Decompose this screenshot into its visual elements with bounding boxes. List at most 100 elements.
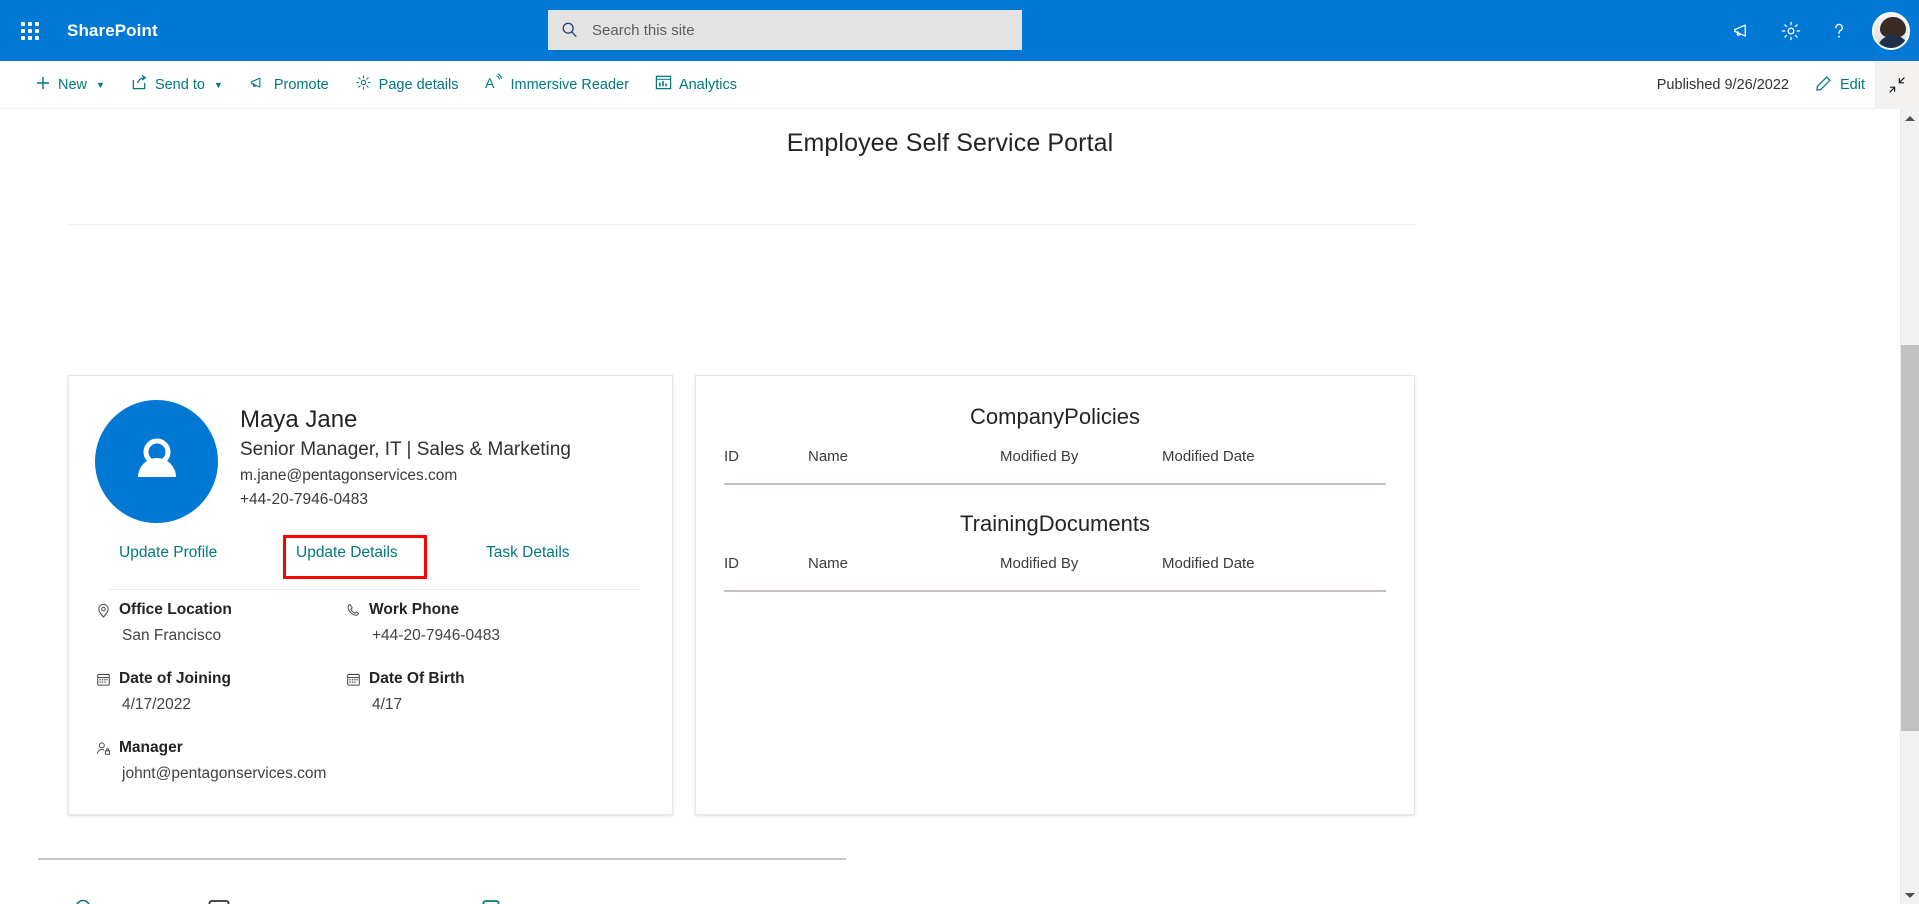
manager-icon [95, 740, 111, 756]
analytics-button-label: Analytics [679, 77, 737, 93]
list-title: CompanyPolicies [724, 390, 1386, 430]
analytics-button[interactable]: Analytics [645, 65, 747, 105]
field-value-text: +44-20-7946-0483 [372, 627, 595, 645]
section-divider [68, 224, 1416, 225]
megaphone-icon[interactable] [1719, 0, 1767, 61]
field-manager: Manager johnt@pentagonservices.com [95, 739, 345, 783]
field-label-row: Date Of Birth [345, 670, 595, 688]
column-header-modified-by[interactable]: Modified By [1000, 448, 1162, 465]
edit-button-label: Edit [1840, 77, 1865, 93]
webpart-row: Maya Jane Senior Manager, IT | Sales & M… [68, 375, 1415, 815]
vertical-scrollbar[interactable] [1900, 109, 1919, 904]
list-header-row: ID Name Modified By Modified Date [724, 555, 1386, 592]
page-details-button-label: Page details [379, 77, 459, 93]
profile-fields-grid: Office Location San Francisco Work Phone… [95, 601, 646, 783]
links-divider [109, 589, 639, 590]
phone-icon [345, 602, 361, 618]
field-label-text: Manager [119, 739, 183, 757]
app-launcher-icon[interactable] [0, 0, 60, 61]
location-pin-icon [95, 602, 111, 618]
person-icon[interactable] [70, 897, 96, 904]
company-policies-list: CompanyPolicies ID Name Modified By Modi… [696, 390, 1414, 497]
search-icon [548, 21, 592, 39]
immersive-reader-button-label: Immersive Reader [510, 77, 628, 93]
promote-button-label: Promote [274, 77, 329, 93]
lower-icon-row [70, 897, 504, 904]
help-icon[interactable] [1815, 0, 1863, 61]
field-date-of-birth: Date Of Birth 4/17 [345, 670, 595, 714]
column-header-id[interactable]: ID [724, 555, 808, 572]
field-value-text: johnt@pentagonservices.com [122, 765, 345, 783]
field-label-text: Date Of Birth [369, 670, 465, 688]
column-header-id[interactable]: ID [724, 448, 808, 465]
person-avatar-icon [95, 400, 218, 523]
task-details-link[interactable]: Task Details [486, 544, 570, 562]
suite-actions [1719, 0, 1919, 61]
immersive-reader-icon: A [484, 73, 503, 96]
chevron-down-icon[interactable] [1901, 886, 1919, 904]
folder-icon[interactable] [478, 897, 504, 904]
field-label-row: Office Location [95, 601, 345, 619]
pencil-icon [1815, 75, 1832, 96]
collapse-icon[interactable] [1875, 61, 1919, 109]
chevron-down-icon: ▼ [96, 80, 105, 90]
search-box[interactable] [548, 10, 1022, 50]
field-label-row: Date of Joining [95, 670, 345, 688]
list-header-row: ID Name Modified By Modified Date [724, 448, 1386, 485]
lower-section-divider [38, 858, 846, 860]
send-to-button[interactable]: Send to ▼ [121, 65, 233, 105]
svg-text:A: A [485, 76, 495, 92]
update-details-link[interactable]: Update Details [296, 544, 398, 562]
list-title: TrainingDocuments [724, 497, 1386, 537]
published-status: Published 9/26/2022 [1657, 77, 1789, 93]
column-header-modified-date[interactable]: Modified Date [1162, 555, 1322, 572]
calendar-icon [95, 671, 111, 687]
edit-button[interactable]: Edit [1805, 65, 1875, 105]
profile-phone: +44-20-7946-0483 [240, 491, 571, 509]
megaphone-icon [249, 74, 267, 96]
chevron-up-icon[interactable] [1901, 109, 1919, 127]
employee-profile-card: Maya Jane Senior Manager, IT | Sales & M… [68, 375, 673, 815]
profile-email: m.jane@pentagonservices.com [240, 467, 571, 485]
page-canvas: Employee Self Service Portal Maya Jane S… [0, 109, 1900, 904]
share-icon [131, 74, 148, 95]
immersive-reader-button[interactable]: A Immersive Reader [474, 65, 638, 105]
gear-icon[interactable] [1767, 0, 1815, 61]
profile-header: Maya Jane Senior Manager, IT | Sales & M… [95, 400, 646, 523]
scroll-thumb[interactable] [1901, 345, 1919, 731]
plus-icon [35, 75, 51, 95]
suite-bar: SharePoint [0, 0, 1919, 61]
field-value-text: San Francisco [122, 627, 345, 645]
column-header-modified-date[interactable]: Modified Date [1162, 448, 1322, 465]
training-documents-list: TrainingDocuments ID Name Modified By Mo… [696, 497, 1414, 604]
field-label-text: Office Location [119, 601, 232, 619]
field-label-row: Work Phone [345, 601, 595, 619]
gear-icon [355, 74, 372, 95]
profile-meta: Maya Jane Senior Manager, IT | Sales & M… [240, 400, 571, 523]
field-label-text: Date of Joining [119, 670, 231, 688]
column-header-name[interactable]: Name [808, 555, 1000, 572]
promote-button[interactable]: Promote [239, 65, 339, 105]
dot-icon[interactable] [342, 897, 368, 904]
column-header-modified-by[interactable]: Modified By [1000, 555, 1162, 572]
new-button-label: New [58, 77, 87, 93]
command-bar-items: New ▼ Send to ▼ Promote [25, 65, 747, 105]
field-value-text: 4/17/2022 [122, 696, 345, 714]
chevron-down-icon: ▼ [214, 80, 223, 90]
field-office-location: Office Location San Francisco [95, 601, 345, 645]
list-rows-empty [724, 485, 1386, 497]
document-icon[interactable] [206, 897, 232, 904]
search-input[interactable] [592, 22, 992, 39]
command-bar: New ▼ Send to ▼ Promote [0, 61, 1919, 109]
new-button[interactable]: New ▼ [25, 65, 115, 105]
calendar-icon [345, 671, 361, 687]
page-details-button[interactable]: Page details [345, 65, 469, 105]
field-work-phone: Work Phone +44-20-7946-0483 [345, 601, 595, 645]
update-profile-link[interactable]: Update Profile [119, 544, 217, 562]
avatar[interactable] [1863, 0, 1919, 61]
column-header-name[interactable]: Name [808, 448, 1000, 465]
analytics-icon [655, 74, 672, 95]
send-to-button-label: Send to [155, 77, 205, 93]
profile-role: Senior Manager, IT | Sales & Marketing [240, 439, 571, 461]
sharepoint-brand-link[interactable]: SharePoint [67, 21, 158, 41]
